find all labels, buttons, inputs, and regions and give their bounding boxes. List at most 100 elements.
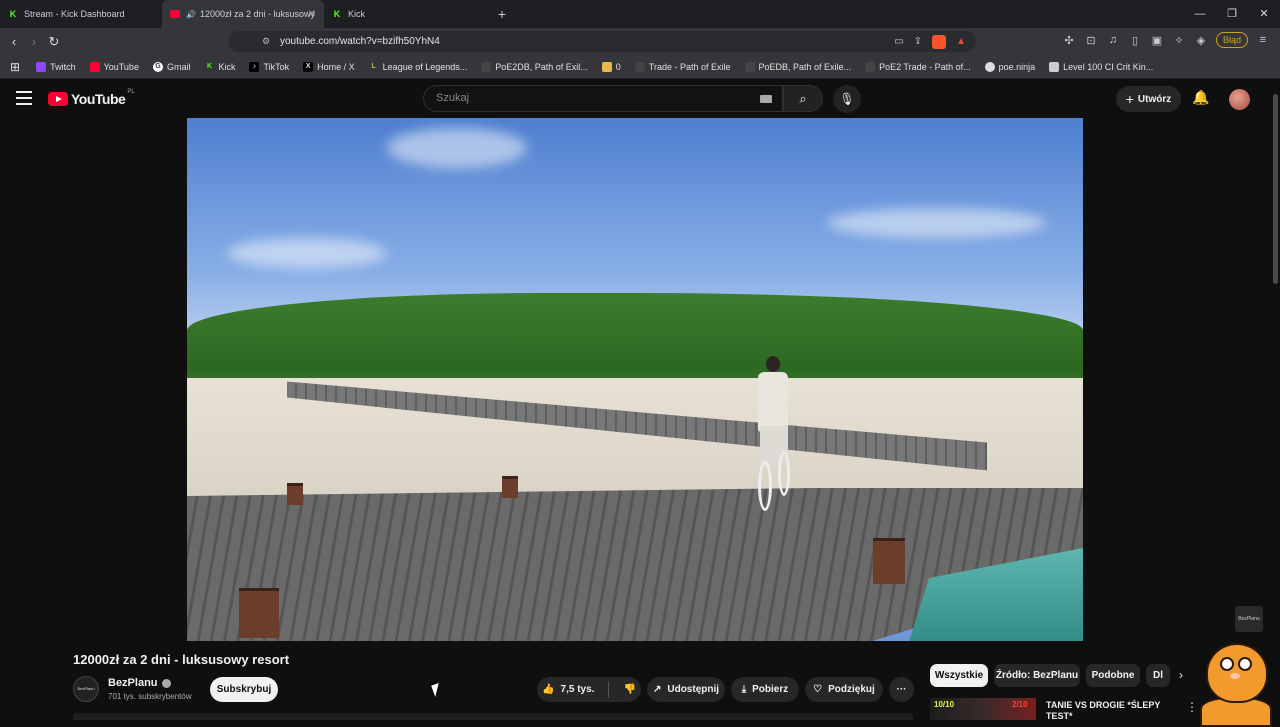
- subscribe-button[interactable]: Subskrybuj: [210, 677, 278, 702]
- leo-icon[interactable]: ✧: [1172, 33, 1186, 47]
- bookmark-label: YouTube: [103, 61, 139, 72]
- channel-watermark[interactable]: BezPlanu: [1235, 606, 1263, 632]
- thumbnail-badge: 10/10: [934, 700, 955, 709]
- tiktok-icon: ♪: [249, 61, 260, 72]
- window-controls: — ❐ ✕: [1184, 0, 1280, 28]
- music-icon[interactable]: ♫: [1106, 33, 1120, 47]
- search-button[interactable]: ⌕: [783, 85, 823, 112]
- browser-tab[interactable]: K Kick: [324, 0, 486, 28]
- keyboard-icon[interactable]: [760, 95, 772, 103]
- search-input[interactable]: Szukaj: [423, 85, 783, 112]
- youtube-header: YouTube PL Szukaj ⌕ 🎙 + Utwórz 🔔: [0, 79, 1280, 119]
- youtube-logo[interactable]: YouTube PL: [48, 89, 135, 107]
- bookmark-label: Level 100 CI Crit Kin...: [1063, 61, 1154, 72]
- address-bar-row: ‹ › ↻ ☐ ⚙ youtube.com/watch?v=bzifh50YhN…: [0, 28, 1280, 55]
- channel-avatar[interactable]: BezPlanu: [73, 676, 99, 702]
- notifications-bell-icon[interactable]: 🔔: [1192, 89, 1209, 106]
- rewards-icon[interactable]: ▲: [956, 36, 966, 47]
- youtube-icon: [170, 9, 180, 19]
- channel-name[interactable]: BezPlanu: [108, 677, 171, 689]
- minimize-icon[interactable]: —: [1184, 0, 1216, 28]
- chip-partial[interactable]: Dl: [1146, 664, 1170, 687]
- chevron-right-icon[interactable]: ›: [1170, 664, 1192, 687]
- bookmark-item[interactable]: X Home / X: [303, 61, 355, 72]
- bookmark-label: Gmail: [166, 61, 191, 72]
- bookmark-label: TikTok: [263, 61, 290, 72]
- thumbs-down-icon: 👎: [623, 684, 636, 695]
- page-scrollbar[interactable]: [1271, 80, 1280, 720]
- bookmark-item[interactable]: K Kick: [204, 62, 236, 72]
- wallet-icon[interactable]: ▣: [1150, 33, 1164, 47]
- bookmark-item[interactable]: PoE2DB, Path of Exil...: [481, 61, 588, 72]
- browser-tab-active[interactable]: 🔊 12000zł za 2 dni - luksusowy ✕: [162, 0, 324, 28]
- sidebar-icon[interactable]: ▯: [1128, 33, 1142, 47]
- video-player[interactable]: [187, 118, 1083, 641]
- kick-icon: K: [333, 9, 341, 19]
- browser-tab[interactable]: K Stream - Kick Dashboard: [0, 0, 162, 28]
- bookmark-item[interactable]: YouTube: [89, 61, 139, 72]
- google-icon: G: [152, 61, 163, 72]
- search-placeholder: Szukaj: [436, 92, 470, 104]
- like-count: 7,5 tys.: [560, 684, 595, 695]
- apps-icon[interactable]: ⊞: [10, 60, 20, 74]
- bookmark-item[interactable]: L League of Legends...: [369, 62, 468, 72]
- video-frame-post: [502, 476, 518, 498]
- voice-search-button[interactable]: 🎙: [833, 85, 861, 113]
- cast-icon[interactable]: ▭: [894, 36, 903, 47]
- chip-related[interactable]: Podobne: [1086, 664, 1140, 687]
- user-avatar[interactable]: [1229, 89, 1250, 110]
- forward-icon[interactable]: ›: [24, 34, 44, 49]
- close-tab-icon[interactable]: ✕: [308, 9, 316, 20]
- kick-icon: K: [9, 9, 17, 19]
- league-icon: L: [371, 63, 376, 70]
- create-button[interactable]: + Utwórz: [1116, 86, 1181, 112]
- recommended-video-thumbnail[interactable]: 10/10 2/10: [930, 698, 1036, 720]
- heart-dollar-icon: ♡: [813, 684, 823, 695]
- plus-icon: +: [1125, 91, 1134, 107]
- bookmark-item[interactable]: Level 100 CI Crit Kin...: [1049, 61, 1154, 72]
- chip-from-channel[interactable]: Źródło: BezPlanu: [994, 664, 1080, 687]
- dislike-button[interactable]: 👎: [623, 684, 635, 695]
- recommended-video-title[interactable]: TANIE VS DROGIE *ŚLEPY TEST*: [1046, 700, 1176, 722]
- bookmark-item[interactable]: ♪ TikTok: [249, 61, 290, 72]
- bookmark-item[interactable]: Twitch: [36, 61, 76, 72]
- menu-icon[interactable]: ≡: [1256, 33, 1270, 47]
- profile-error-badge[interactable]: Błąd: [1215, 32, 1248, 48]
- poe-trade-icon: [634, 61, 645, 72]
- site-info-icon[interactable]: ⚙: [262, 36, 270, 47]
- extensions-icon[interactable]: ✣: [1062, 33, 1076, 47]
- bookmark-label: PoE2DB, Path of Exil...: [495, 61, 588, 72]
- brave-shield-icon[interactable]: [932, 34, 947, 49]
- more-actions-button[interactable]: ···: [889, 677, 914, 702]
- scrollbar-thumb[interactable]: [1273, 94, 1278, 284]
- restore-icon[interactable]: ❐: [1216, 0, 1248, 28]
- new-tab-button[interactable]: +: [492, 6, 512, 22]
- video-title: 12000zł za 2 dni - luksusowy resort: [73, 652, 290, 667]
- tab-title: 12000zł za 2 dni - luksusowy: [199, 9, 316, 19]
- description-box-edge[interactable]: [73, 713, 913, 720]
- bookmark-item[interactable]: PoE2 Trade - Path of...: [865, 61, 971, 72]
- download-button[interactable]: ⤓ Pobierz: [731, 677, 799, 702]
- thanks-button[interactable]: ♡ Podziękuj: [805, 677, 883, 702]
- video-frame-cloud: [827, 208, 1047, 238]
- reload-icon[interactable]: ↻: [44, 34, 64, 50]
- verified-icon: [161, 678, 171, 688]
- url-field[interactable]: ⚙ youtube.com/watch?v=bzifh50YhN4 ▭ ⇪ ▲: [228, 31, 976, 52]
- vpn-icon[interactable]: ◈: [1194, 33, 1208, 47]
- bookmark-item[interactable]: poe.ninja: [984, 61, 1035, 72]
- share-button[interactable]: ↗ Udostępnij: [647, 677, 725, 702]
- video-frame-cloud: [227, 238, 387, 268]
- like-button[interactable]: 👍 7,5 tys.: [542, 684, 594, 695]
- translate-icon[interactable]: ⊡: [1084, 33, 1098, 47]
- bookmark-item[interactable]: PoEDB, Path of Exile...: [744, 61, 851, 72]
- thumbnail-badge: 2/10: [1012, 700, 1028, 709]
- bookmark-folder[interactable]: 0: [601, 61, 621, 72]
- browser-tab-bar: K Stream - Kick Dashboard 🔊 12000zł za 2…: [0, 0, 1280, 28]
- close-window-icon[interactable]: ✕: [1248, 0, 1280, 28]
- bookmark-item[interactable]: Trade - Path of Exile: [634, 61, 731, 72]
- bookmark-item[interactable]: G Gmail: [152, 61, 191, 72]
- share-icon[interactable]: ⇪: [914, 36, 922, 47]
- chip-all[interactable]: Wszystkie: [930, 664, 988, 687]
- back-icon[interactable]: ‹: [4, 34, 24, 49]
- guide-menu-icon[interactable]: [16, 91, 32, 105]
